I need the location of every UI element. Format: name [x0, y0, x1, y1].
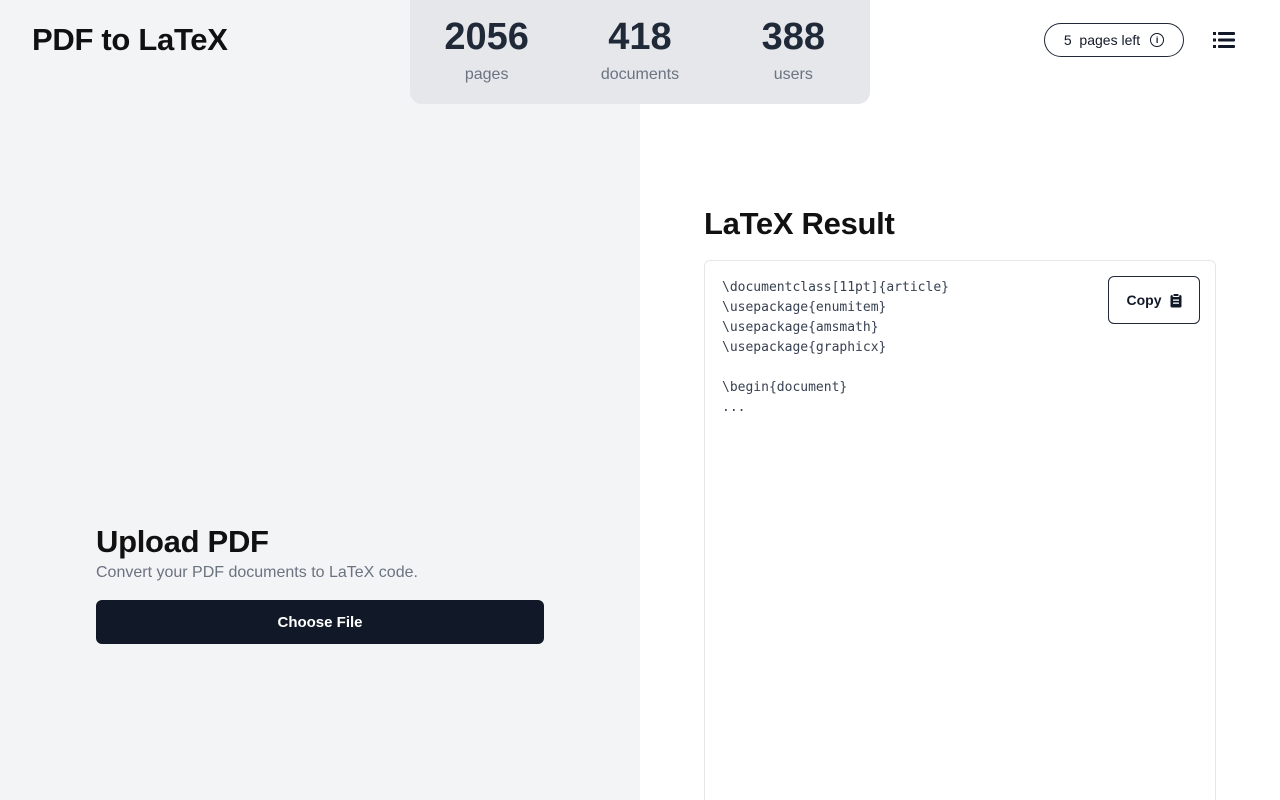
upload-panel — [0, 0, 640, 800]
latex-code-box[interactable]: \documentclass[11pt]{article} \usepackag… — [704, 260, 1216, 800]
stat-pages: 2056 pages — [412, 14, 562, 84]
copy-label: Copy — [1126, 292, 1162, 308]
stat-users: 388 users — [718, 14, 868, 84]
stat-value: 388 — [761, 16, 826, 58]
stat-value: 418 — [608, 16, 672, 58]
result-title: LaTeX Result — [704, 206, 895, 241]
stats-card: 2056 pages 418 documents 388 users — [410, 0, 870, 104]
stat-label: pages — [464, 66, 509, 83]
pages-left-label: 5 pages left — [1063, 32, 1141, 48]
stat-label: users — [773, 66, 813, 83]
stat-documents: 418 documents — [565, 14, 715, 84]
pages-left-badge[interactable]: 5 pages left i — [1044, 23, 1184, 57]
stat-label: documents — [600, 66, 680, 83]
choose-file-button[interactable]: Choose File — [96, 600, 544, 644]
upload-subtitle: Convert your PDF documents to LaTeX code… — [96, 564, 418, 581]
upload-section: Upload PDF Convert your PDF documents to… — [96, 524, 544, 644]
list-menu-icon[interactable] — [1212, 30, 1236, 50]
upload-title: Upload PDF — [96, 524, 269, 559]
stat-value: 2056 — [444, 16, 529, 58]
info-icon[interactable]: i — [1150, 33, 1165, 47]
latex-code: \documentclass[11pt]{article} \usepackag… — [722, 280, 949, 415]
clipboard-icon — [1170, 292, 1181, 307]
app-title: PDF to LaTeX — [32, 22, 228, 57]
copy-button[interactable]: Copy — [1108, 276, 1200, 324]
page: PDF to LaTeX 2056 pages 418 documents 38… — [0, 0, 1280, 800]
